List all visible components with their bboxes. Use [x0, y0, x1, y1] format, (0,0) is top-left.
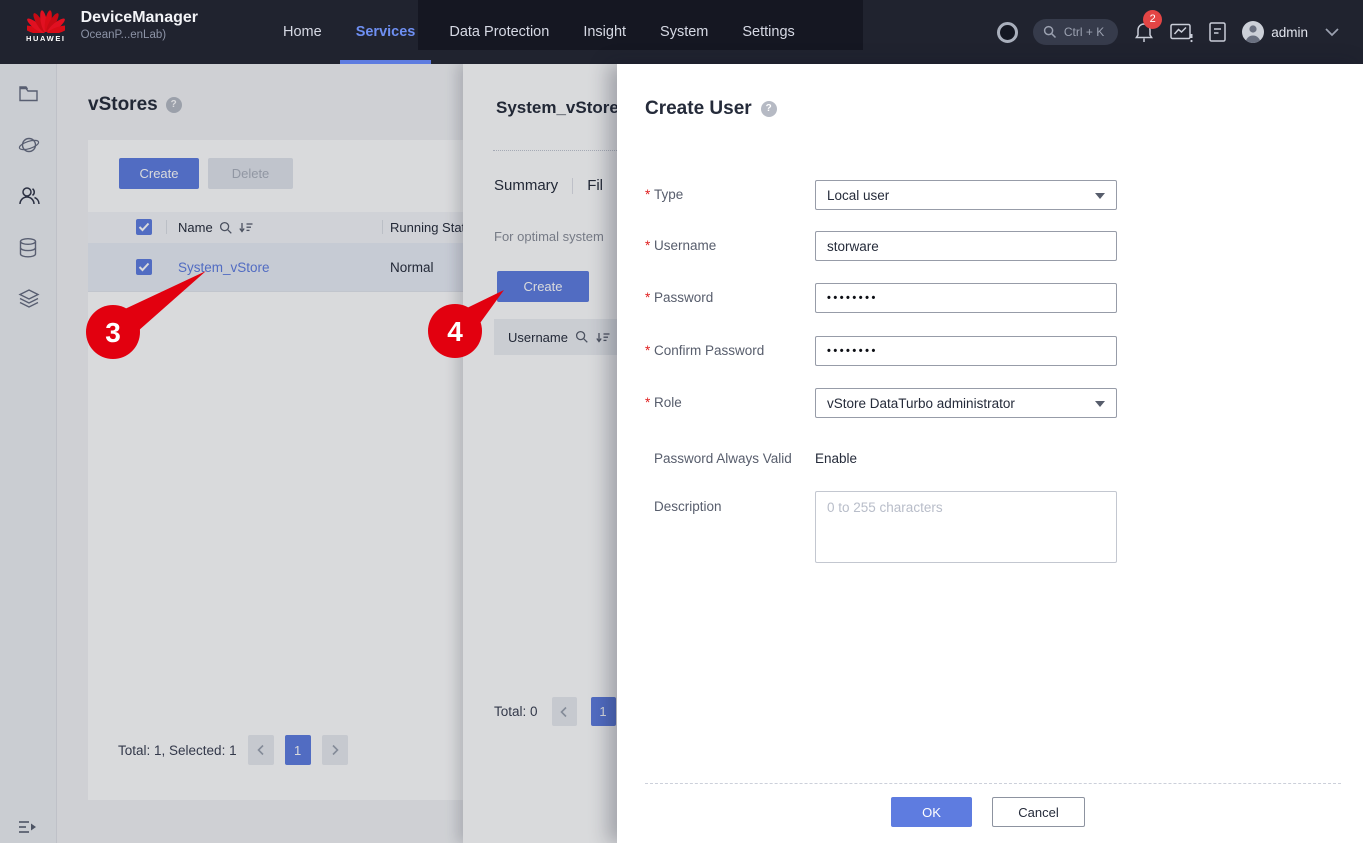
topbar-actions: Ctrl + K 2 [997, 0, 1341, 64]
username-row: *Username [645, 231, 1117, 261]
person-icon [1242, 21, 1264, 43]
dialog-title: Create User [645, 98, 752, 120]
performance-button[interactable] [1170, 22, 1193, 43]
avatar [1242, 21, 1264, 43]
confirm-password-row: *Confirm Password [645, 336, 1117, 366]
search-icon [1043, 25, 1057, 39]
password-label: Password [654, 283, 713, 313]
create-user-dialog: Create User ? *Type Local user *Username… [617, 64, 1363, 843]
required-marker: * [645, 180, 654, 210]
theme-toggle-icon[interactable] [997, 22, 1018, 43]
chevron-down-icon[interactable] [1323, 26, 1341, 38]
ok-button[interactable]: OK [891, 797, 972, 827]
role-label: Role [654, 388, 682, 418]
role-row: *Role vStore DataTurbo administrator [645, 388, 1117, 418]
document-icon [1208, 21, 1227, 43]
main-nav: Home Services Data Protection Insight Sy… [283, 0, 795, 64]
app-title: DeviceManager [81, 9, 198, 27]
description-textarea[interactable] [815, 491, 1117, 563]
nav-home[interactable]: Home [283, 0, 322, 64]
user-menu[interactable] [1242, 21, 1264, 43]
confirm-password-label: Confirm Password [654, 336, 764, 366]
password-always-valid-value: Enable [815, 449, 857, 469]
huawei-flower-icon [27, 7, 65, 33]
password-row: *Password [645, 283, 1117, 313]
username-label: admin [1271, 25, 1308, 40]
nav-insight[interactable]: Insight [583, 0, 626, 64]
app-title-block: DeviceManager OceanP...enLab) [81, 9, 198, 41]
brand-word: HUAWEI [26, 34, 66, 43]
description-label: Description [654, 491, 722, 568]
search-shortcut: Ctrl + K [1064, 25, 1104, 39]
nav-system[interactable]: System [660, 0, 708, 64]
nav-services[interactable]: Services [356, 0, 416, 64]
dialog-title-row: Create User ? [645, 98, 777, 120]
required-marker: * [645, 336, 654, 366]
role-select[interactable]: vStore DataTurbo administrator [815, 388, 1117, 418]
required-marker: * [645, 388, 654, 418]
type-row: *Type Local user [645, 180, 1117, 210]
confirm-password-input[interactable] [815, 336, 1117, 366]
password-always-valid-label: Password Always Valid [654, 449, 792, 469]
type-label: Type [654, 180, 683, 210]
task-log-button[interactable] [1208, 21, 1227, 43]
description-row: Description [645, 491, 1117, 568]
huawei-logo: HUAWEI [26, 7, 66, 43]
topbar: HUAWEI DeviceManager OceanP...enLab) Hom… [0, 0, 1363, 64]
nav-settings[interactable]: Settings [742, 0, 794, 64]
notifications-button[interactable]: 2 [1133, 20, 1155, 44]
required-marker: * [645, 283, 654, 313]
password-always-valid-row: Password Always Valid Enable [645, 449, 857, 469]
screen: HUAWEI DeviceManager OceanP...enLab) Hom… [0, 0, 1363, 843]
global-search[interactable]: Ctrl + K [1033, 19, 1118, 45]
brand: HUAWEI DeviceManager OceanP...enLab) [26, 7, 198, 43]
device-name: OceanP...enLab) [81, 29, 198, 41]
required-marker: * [645, 231, 654, 261]
performance-chart-icon [1170, 22, 1193, 43]
username-input[interactable] [815, 231, 1117, 261]
dashed-divider [645, 783, 1341, 784]
password-input[interactable] [815, 283, 1117, 313]
help-icon[interactable]: ? [761, 101, 777, 117]
nav-data-protection[interactable]: Data Protection [449, 0, 549, 64]
username-label: Username [654, 231, 716, 261]
notification-count-badge: 2 [1143, 10, 1162, 29]
type-select[interactable]: Local user [815, 180, 1117, 210]
cancel-button[interactable]: Cancel [992, 797, 1085, 827]
